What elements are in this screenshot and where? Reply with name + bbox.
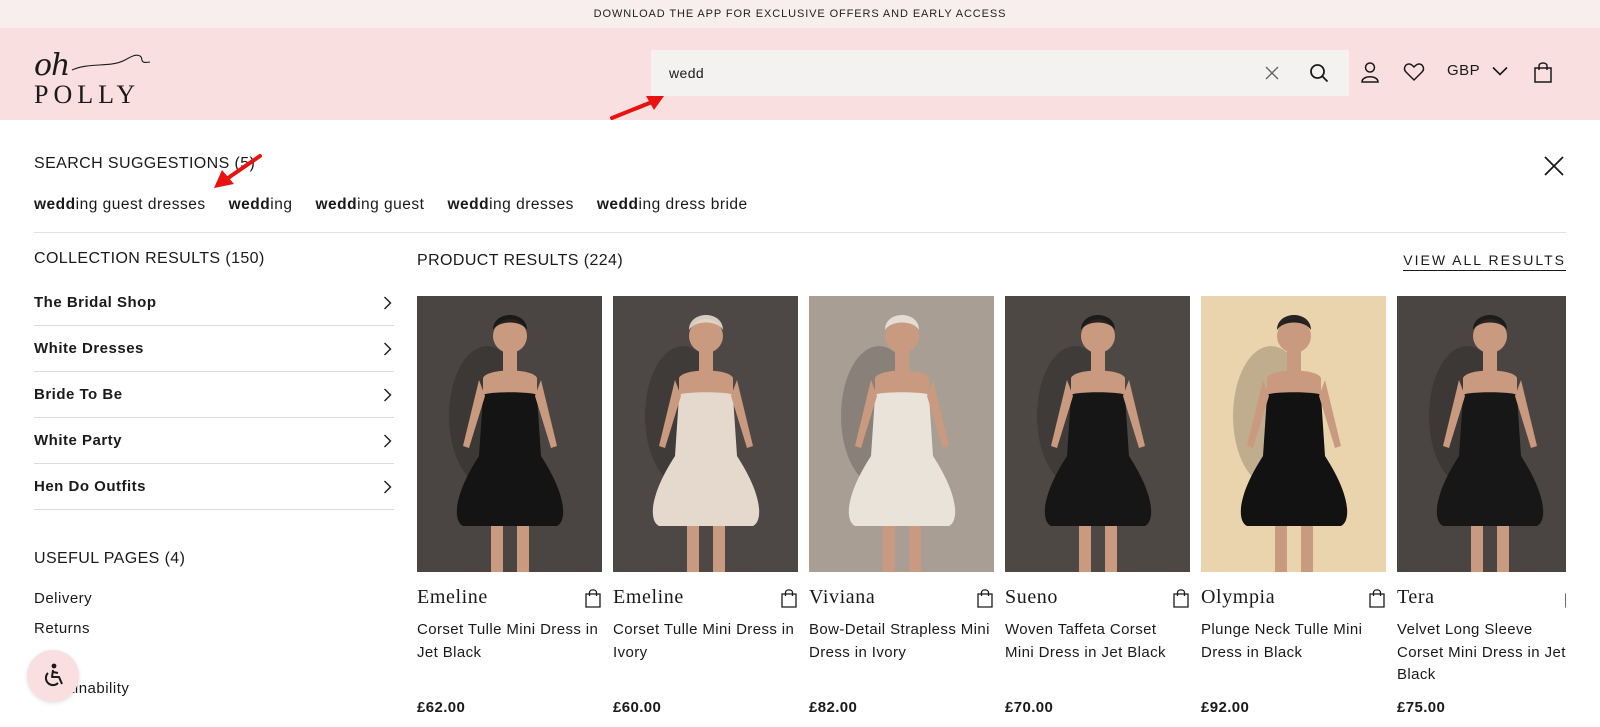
add-to-bag-icon[interactable] xyxy=(976,588,994,608)
search-input[interactable] xyxy=(669,65,1261,81)
add-to-bag-icon[interactable] xyxy=(584,588,602,608)
suggestion-item[interactable]: wedding guest dresses xyxy=(34,196,206,214)
product-name[interactable]: Sueno xyxy=(1005,586,1058,609)
collection-item[interactable]: Bride To Be xyxy=(34,372,394,418)
product-description[interactable]: Bow-Detail Strapless Mini Dress in Ivory xyxy=(809,619,994,687)
collection-label: Bride To Be xyxy=(34,386,123,403)
useful-pages-heading: USEFUL PAGES (4) xyxy=(34,550,186,567)
search-bar xyxy=(651,50,1349,96)
suggestion-rest: ing dress bride xyxy=(638,196,748,213)
view-all-results-link[interactable]: VIEW ALL RESULTS xyxy=(1403,252,1566,271)
product-name[interactable]: Viviana xyxy=(809,586,875,609)
product-card[interactable]: Olympia Plunge Neck Tulle Mini Dress in B… xyxy=(1201,296,1386,716)
suggestion-match: wedd xyxy=(315,196,358,213)
product-name[interactable]: Tera xyxy=(1397,586,1435,609)
collection-label: Hen Do Outfits xyxy=(34,478,146,495)
product-card[interactable]: Viviana Bow-Detail Strapless Mini Dress i… xyxy=(809,296,994,716)
annotation-arrow-icon xyxy=(610,96,664,120)
add-to-bag-icon[interactable] xyxy=(1368,588,1386,608)
product-card[interactable]: Tera Velvet Long Sleeve Corset Mini Dress… xyxy=(1397,296,1566,716)
collection-label: The Bridal Shop xyxy=(34,294,157,311)
suggestion-match: wedd xyxy=(447,196,490,213)
product-image[interactable] xyxy=(1005,296,1190,572)
suggestion-item[interactable]: wedding dresses xyxy=(447,196,573,214)
suggestion-item[interactable]: wedding guest xyxy=(315,196,424,214)
add-to-bag-icon[interactable] xyxy=(1172,588,1190,608)
suggestion-rest: ing dresses xyxy=(489,196,574,213)
product-image[interactable] xyxy=(1397,296,1566,572)
shopping-bag-icon[interactable] xyxy=(1533,60,1553,84)
suggestion-match: wedd xyxy=(34,196,76,213)
accessibility-icon xyxy=(44,663,63,687)
clear-search-icon[interactable] xyxy=(1261,62,1283,84)
product-card[interactable]: Emeline Corset Tulle Mini Dress in Ivory £… xyxy=(613,296,798,716)
collection-results-heading: COLLECTION RESULTS (150) xyxy=(34,250,265,267)
site-header: oh POLLY GBP xyxy=(0,28,1600,120)
product-image[interactable] xyxy=(613,296,798,572)
product-price: £62.00 xyxy=(417,699,466,716)
wishlist-heart-icon[interactable] xyxy=(1403,60,1425,84)
add-to-bag-icon[interactable] xyxy=(1564,588,1566,608)
product-name[interactable]: Olympia xyxy=(1201,586,1275,609)
chevron-right-icon xyxy=(384,434,392,447)
chevron-right-icon xyxy=(384,480,392,493)
logo-polly-text: POLLY xyxy=(34,80,141,109)
promo-text: DOWNLOAD THE APP FOR EXCLUSIVE OFFERS AN… xyxy=(593,8,1007,20)
suggestion-rest: ing guest dresses xyxy=(75,196,206,213)
product-description[interactable]: Velvet Long Sleeve Corset Mini Dress in … xyxy=(1397,619,1566,687)
close-icon[interactable] xyxy=(1542,154,1566,178)
suggestion-match: wedd xyxy=(228,196,271,213)
suggestion-rest: ing xyxy=(270,196,293,213)
product-results-heading: PRODUCT RESULTS (224) xyxy=(417,252,624,269)
product-card[interactable]: Sueno Woven Taffeta Corset Mini Dress in … xyxy=(1005,296,1190,716)
annotation-arrow-icon xyxy=(214,154,262,188)
product-description[interactable]: Corset Tulle Mini Dress in Jet Black xyxy=(417,619,602,687)
product-image[interactable] xyxy=(1201,296,1386,572)
useful-page-link[interactable]: Delivery xyxy=(34,590,129,620)
collection-label: White Party xyxy=(34,432,123,449)
product-description[interactable]: Plunge Neck Tulle Mini Dress in Black xyxy=(1201,619,1386,687)
useful-page-link[interactable]: Returns xyxy=(34,620,129,650)
suggestion-match: wedd xyxy=(596,196,639,213)
collection-label: White Dresses xyxy=(34,340,144,357)
collection-item[interactable]: White Dresses xyxy=(34,326,394,372)
suggestion-list: wedding guest dresses wedding wedding gu… xyxy=(34,196,748,214)
promo-banner[interactable]: DOWNLOAD THE APP FOR EXCLUSIVE OFFERS AN… xyxy=(0,0,1600,28)
product-price: £92.00 xyxy=(1201,699,1250,716)
product-grid: Emeline Corset Tulle Mini Dress in Jet Bl… xyxy=(417,296,1566,727)
product-name[interactable]: Emeline xyxy=(417,586,488,609)
chevron-right-icon xyxy=(384,388,392,401)
product-price: £82.00 xyxy=(809,699,858,716)
product-image[interactable] xyxy=(417,296,602,572)
product-price: £70.00 xyxy=(1005,699,1054,716)
collection-item[interactable]: White Party xyxy=(34,418,394,464)
product-price: £75.00 xyxy=(1397,699,1446,716)
product-card[interactable]: Emeline Corset Tulle Mini Dress in Jet Bl… xyxy=(417,296,602,716)
chevron-down-icon xyxy=(1492,66,1508,76)
product-price: £60.00 xyxy=(613,699,662,716)
account-icon[interactable] xyxy=(1360,60,1380,84)
accessibility-button[interactable] xyxy=(27,650,79,702)
collection-item[interactable]: Hen Do Outfits xyxy=(34,464,394,510)
collection-item[interactable]: The Bridal Shop xyxy=(34,280,394,326)
chevron-right-icon xyxy=(384,296,392,309)
suggestion-item[interactable]: wedding dress bride xyxy=(597,196,748,214)
suggestion-item[interactable]: wedding xyxy=(229,196,293,214)
logo-swash-icon xyxy=(71,54,151,71)
search-icon[interactable] xyxy=(1307,61,1331,85)
product-name[interactable]: Emeline xyxy=(613,586,684,609)
currency-selector[interactable]: GBP xyxy=(1447,62,1508,79)
section-divider xyxy=(34,232,1566,233)
chevron-right-icon xyxy=(384,342,392,355)
currency-label: GBP xyxy=(1447,62,1481,79)
collection-list: The Bridal Shop White Dresses Bride To B… xyxy=(34,280,394,510)
product-description[interactable]: Corset Tulle Mini Dress in Ivory xyxy=(613,619,798,687)
suggestion-rest: ing guest xyxy=(357,196,425,213)
product-image[interactable] xyxy=(809,296,994,572)
add-to-bag-icon[interactable] xyxy=(780,588,798,608)
product-description[interactable]: Woven Taffeta Corset Mini Dress in Jet B… xyxy=(1005,619,1190,687)
logo-oh-text: oh xyxy=(34,48,70,83)
oh-polly-logo[interactable]: oh POLLY xyxy=(34,42,154,112)
